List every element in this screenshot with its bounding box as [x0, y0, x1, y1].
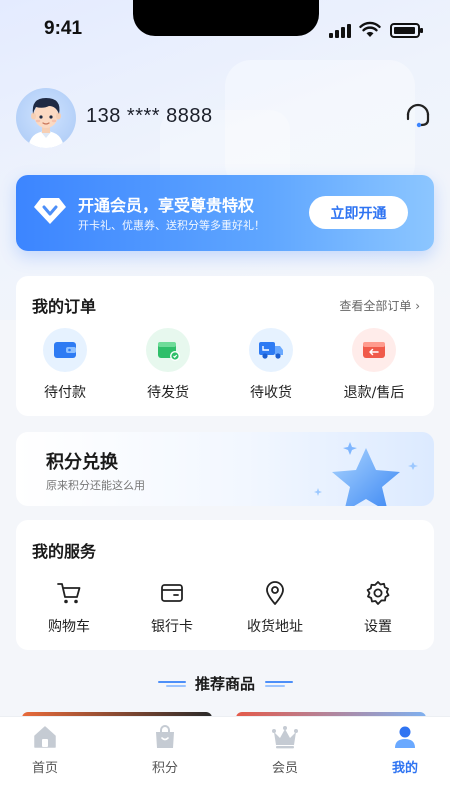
- service-label: 设置: [364, 619, 392, 635]
- tab-points[interactable]: 积分: [125, 723, 205, 776]
- home-icon: [5, 723, 85, 751]
- cellular-signal-icon: [329, 24, 351, 38]
- orders-title: 我的订单: [32, 297, 97, 316]
- crown-icon: [245, 723, 325, 751]
- package-icon: [146, 328, 190, 372]
- order-label: 待付款: [44, 385, 86, 401]
- refund-icon: [352, 328, 396, 372]
- avatar[interactable]: [16, 88, 76, 148]
- order-label: 待收货: [250, 385, 292, 401]
- tab-home[interactable]: 首页: [5, 723, 85, 776]
- order-label: 待发货: [147, 385, 189, 401]
- service-label: 银行卡: [151, 619, 193, 635]
- wifi-icon: [359, 21, 381, 37]
- order-pending-payment[interactable]: 待付款: [20, 328, 110, 402]
- service-settings[interactable]: 设置: [333, 580, 423, 636]
- tab-label: 首页: [31, 761, 58, 776]
- location-icon: [230, 580, 320, 606]
- user-icon: [365, 723, 445, 751]
- diamond-icon: [34, 198, 66, 224]
- my-services-card: 我的服务 购物车 银行卡 收货地址 设置: [16, 520, 434, 650]
- title-decoration-right: [265, 681, 293, 687]
- service-bank-card[interactable]: 银行卡: [127, 580, 217, 636]
- order-refund-aftersale[interactable]: 退款/售后: [329, 328, 419, 402]
- bottom-tab-bar: 首页 积分 会员 我的: [0, 716, 450, 800]
- tab-label: 我的: [391, 761, 418, 776]
- view-all-orders-link[interactable]: 查看全部订单 ›: [339, 297, 420, 314]
- service-label: 收货地址: [247, 619, 303, 635]
- service-label: 购物车: [48, 619, 90, 635]
- tab-membership[interactable]: 会员: [245, 723, 325, 776]
- recommended-products-title: 推荐商品: [194, 675, 255, 693]
- shopping-bag-icon: [125, 723, 205, 751]
- order-pending-receipt[interactable]: 待收货: [226, 328, 316, 402]
- my-orders-card: 我的订单 查看全部订单 › 待付款 待发货 待收货 退款/售后: [16, 276, 434, 416]
- points-exchange-card[interactable]: 积分兑换 原来积分还能这么用: [16, 432, 434, 506]
- service-cart[interactable]: 购物车: [24, 580, 114, 636]
- status-time: 9:41: [44, 18, 83, 39]
- star-icon: [314, 442, 418, 506]
- services-title: 我的服务: [32, 542, 97, 561]
- customer-service-icon[interactable]: [402, 98, 434, 132]
- tab-label: 积分: [151, 761, 178, 776]
- avatar-illustration: [28, 98, 64, 148]
- wallet-icon: [43, 328, 87, 372]
- device-notch: [133, 0, 319, 36]
- tab-mine[interactable]: 我的: [365, 723, 445, 776]
- status-bar: 9:41: [0, 0, 450, 60]
- gear-icon: [333, 580, 423, 606]
- battery-icon: [390, 23, 423, 38]
- service-shipping-address[interactable]: 收货地址: [230, 580, 320, 636]
- vip-subtitle: 开卡礼、优惠券、送积分等多重好礼！: [78, 219, 265, 232]
- cart-icon: [24, 580, 114, 606]
- vip-title: 开通会员，享受尊贵特权: [78, 196, 255, 215]
- user-phone: 138 **** 8888: [86, 105, 213, 127]
- order-pending-shipment[interactable]: 待发货: [123, 328, 213, 402]
- tab-label: 会员: [271, 761, 298, 776]
- bank-card-icon: [127, 580, 217, 606]
- points-exchange-subtitle: 原来积分还能这么用: [46, 479, 145, 492]
- vip-banner[interactable]: 开通会员，享受尊贵特权 开卡礼、优惠券、送积分等多重好礼！ 立即开通: [16, 175, 434, 251]
- truck-icon: [249, 328, 293, 372]
- open-membership-button[interactable]: 立即开通: [309, 196, 408, 229]
- points-exchange-title: 积分兑换: [46, 452, 118, 473]
- order-label: 退款/售后: [343, 385, 405, 401]
